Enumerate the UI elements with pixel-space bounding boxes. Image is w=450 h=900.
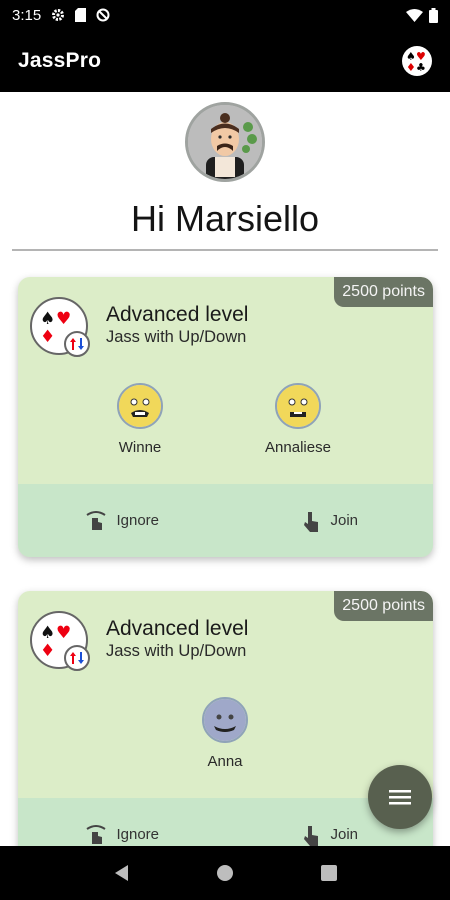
status-time: 3:15 [12, 6, 42, 24]
points-badge: 2500 points [334, 277, 433, 307]
menu-fab[interactable] [368, 765, 432, 829]
ignore-button[interactable]: Ignore [18, 484, 226, 557]
status-bar: 3:15 [0, 0, 450, 30]
points-badge: 2500 points [334, 591, 433, 621]
ignore-label: Ignore [116, 826, 160, 843]
game-mode: Jass with Up/Down [106, 642, 247, 660]
ignore-label: Ignore [116, 512, 160, 529]
cards-suits-icon[interactable]: ♠ ♥ ♦ ♣ [402, 46, 432, 76]
card-actions: Ignore Join [18, 484, 433, 557]
player: Anna [165, 697, 285, 770]
svg-text:♣: ♣ [416, 61, 426, 74]
svg-text:♦: ♦ [40, 327, 55, 347]
recents-icon[interactable] [320, 864, 338, 882]
svg-text:♠: ♠ [40, 309, 55, 329]
svg-text:♥: ♥ [56, 623, 71, 643]
profile-avatar[interactable] [185, 102, 265, 182]
divider [12, 249, 438, 251]
player-name: Winne [118, 439, 162, 456]
svg-text:♦: ♦ [406, 61, 416, 74]
home-content[interactable]: Hi Marsiello 2500 points ♠ ♥ ♦ Advanced … [0, 92, 450, 846]
join-label: Join [330, 512, 359, 529]
join-label: Join [330, 826, 359, 843]
home-icon[interactable] [215, 863, 235, 883]
svg-text:♥: ♥ [56, 309, 71, 329]
menu-icon [389, 790, 411, 805]
player-avatar [275, 383, 321, 429]
tap-hand-icon [304, 825, 319, 846]
up-down-icon [64, 645, 90, 671]
game-type-icon: ♠ ♥ ♦ [30, 611, 90, 671]
game-level: Advanced level [106, 617, 249, 640]
player: Annaliese [238, 383, 358, 456]
app-bar: JassPro ♠ ♥ ♦ ♣ [0, 30, 450, 92]
game-level: Advanced level [106, 303, 249, 326]
svg-text:♠: ♠ [40, 623, 55, 643]
battery-icon [429, 7, 438, 23]
wifi-icon [406, 8, 423, 22]
player-name: Annaliese [265, 439, 331, 456]
player-avatar [202, 697, 248, 743]
swipe-hand-icon [86, 510, 107, 530]
back-icon[interactable] [112, 863, 130, 883]
swipe-hand-icon [86, 824, 107, 844]
sim-card-icon [75, 8, 87, 22]
game-card[interactable]: 2500 points ♠ ♥ ♦ Advanced level Jass wi… [18, 277, 433, 557]
app-title: JassPro [18, 49, 102, 72]
tap-hand-icon [304, 511, 319, 532]
settings-icon [51, 8, 65, 22]
svg-text:♦: ♦ [40, 641, 55, 661]
system-nav-bar [0, 846, 450, 900]
ignore-button[interactable]: Ignore [18, 798, 226, 846]
player: Winne [80, 383, 200, 456]
up-down-icon [64, 331, 90, 357]
player-name: Anna [207, 753, 243, 770]
player-avatar [117, 383, 163, 429]
game-mode: Jass with Up/Down [106, 328, 247, 346]
game-type-icon: ♠ ♥ ♦ [30, 297, 90, 357]
join-button[interactable]: Join [226, 484, 434, 557]
data-saver-icon [96, 8, 110, 22]
greeting-title: Hi Marsiello [130, 198, 320, 239]
